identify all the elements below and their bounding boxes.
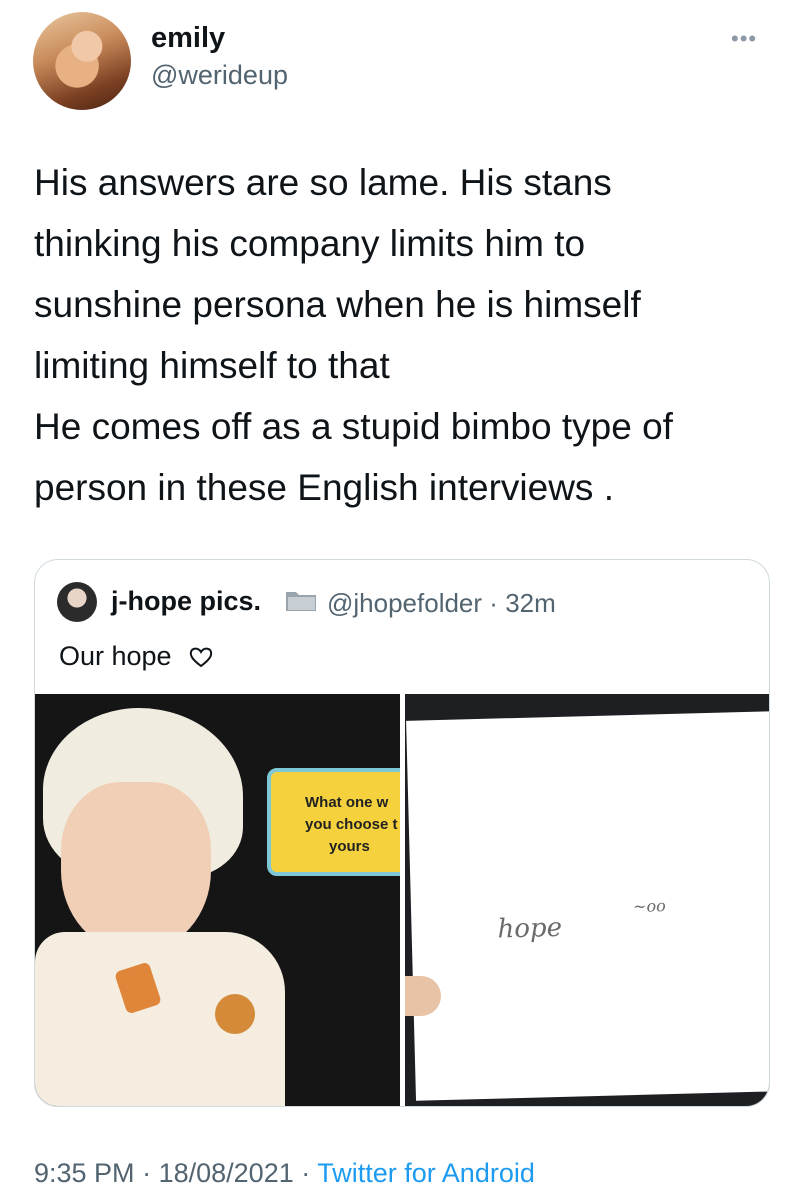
- photo-face: [61, 782, 211, 952]
- tweet-text: His answers are so lame. His stans think…: [34, 162, 673, 508]
- quoted-separator: ·: [489, 588, 498, 618]
- footer-app-link[interactable]: Twitter for Android: [317, 1158, 535, 1188]
- author-handle[interactable]: @werideup: [151, 60, 288, 91]
- photo-shirt-pattern-2: [215, 994, 255, 1034]
- media-photo-right[interactable]: hope ~oo: [405, 694, 769, 1106]
- quoted-handle-time: @jhopefolder · 32m: [327, 588, 556, 619]
- footer-separator-2: ·: [301, 1158, 311, 1188]
- caption-line-2: you choose t: [305, 816, 398, 833]
- footer-time[interactable]: 9:35 PM: [34, 1158, 135, 1188]
- caption-line-1: What one w: [305, 794, 389, 811]
- footer-date[interactable]: 18/08/2021: [159, 1158, 294, 1188]
- quoted-media[interactable]: What one w you choose t yours hope ~oo: [35, 694, 769, 1106]
- paper-scribble: ~oo: [632, 896, 666, 917]
- caption-box: What one w you choose t yours: [267, 768, 400, 876]
- more-dots-icon[interactable]: •••: [731, 26, 757, 52]
- author-avatar[interactable]: [33, 12, 131, 110]
- quoted-handle[interactable]: @jhopefolder: [327, 588, 482, 618]
- footer-separator-1: ·: [142, 1158, 152, 1188]
- author-display-name[interactable]: emily: [151, 22, 225, 55]
- paper-signature: hope: [497, 912, 563, 945]
- quoted-author-avatar[interactable]: [57, 582, 97, 622]
- folder-icon: [286, 592, 316, 611]
- quoted-text: Our hope: [59, 641, 172, 671]
- media-photo-left[interactable]: What one w you choose t yours: [35, 694, 400, 1106]
- quoted-tweet-card[interactable]: j-hope pics. @jhopefolder · 32m Our hope…: [34, 559, 770, 1107]
- caption-line-3: yours: [329, 838, 370, 855]
- quoted-time[interactable]: 32m: [505, 588, 556, 618]
- quoted-author-name[interactable]: j-hope pics.: [111, 586, 261, 617]
- photo-paper: hope ~oo: [406, 711, 769, 1101]
- heart-outline-icon: [189, 647, 213, 668]
- tweet-footer: 9:35 PM · 18/08/2021 · Twitter for Andro…: [34, 1158, 535, 1189]
